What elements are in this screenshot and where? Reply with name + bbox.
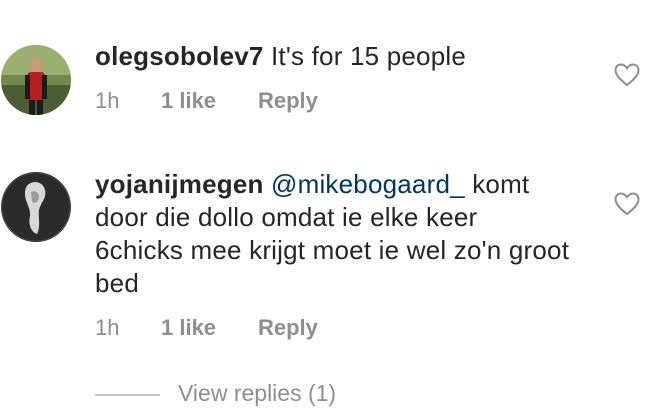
comment-text: yojanijmegen @mikebogaard_ komt door die… [95,168,570,300]
reply-button[interactable]: Reply [258,315,318,341]
comment-likes[interactable]: 1 like [161,315,216,341]
comment-mention[interactable]: @mikebogaard_ [271,169,465,199]
comment-time: 1h [95,315,120,340]
reply-button[interactable]: Reply [258,88,318,114]
heart-icon[interactable] [614,63,640,87]
replies-divider [95,394,160,396]
avatar[interactable] [1,45,71,115]
avatar[interactable] [1,172,71,242]
view-replies-label: View replies (1) [178,380,337,406]
comment-username[interactable]: olegsobolev7 [95,41,264,71]
comment-likes[interactable]: 1 like [161,88,216,114]
comment-body: It's for 15 people [263,41,467,71]
comment-username[interactable]: yojanijmegen [95,169,264,199]
comment-time: 1h [95,88,120,113]
comment-text: olegsobolev7 It's for 15 people [95,40,570,73]
heart-icon[interactable] [614,192,640,216]
